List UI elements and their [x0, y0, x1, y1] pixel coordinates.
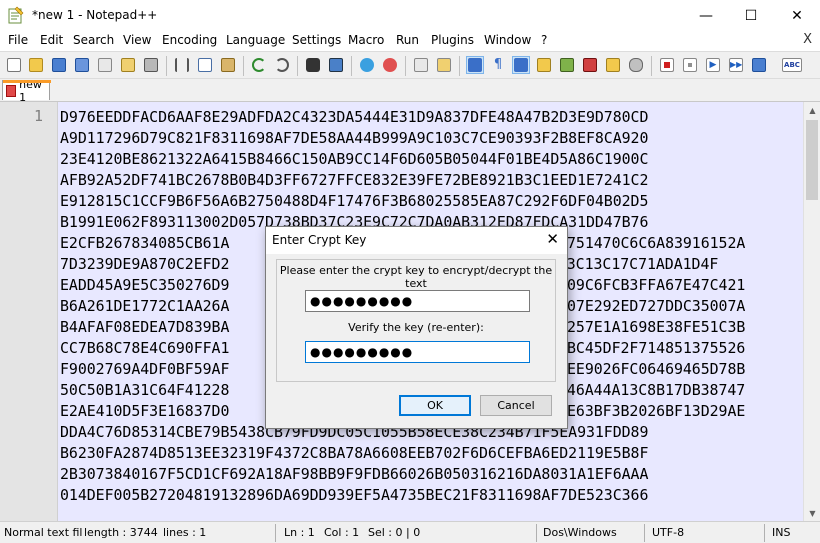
redo-icon[interactable]: [273, 56, 291, 74]
unsaved-file-icon: [6, 84, 17, 97]
doc-map-icon[interactable]: [558, 56, 576, 74]
menu-settings[interactable]: Settings: [292, 33, 341, 47]
status-lines: lines : 1: [163, 526, 207, 539]
menu-file[interactable]: File: [8, 33, 28, 47]
minimize-button[interactable]: —: [683, 0, 729, 31]
zoom-in-icon[interactable]: [358, 56, 376, 74]
scroll-down-icon[interactable]: ▼: [804, 505, 820, 522]
menu-plugins[interactable]: Plugins: [431, 33, 474, 47]
new-file-icon[interactable]: [5, 56, 23, 74]
scroll-up-icon[interactable]: ▲: [804, 102, 820, 119]
ok-button[interactable]: OK: [399, 395, 471, 416]
status-file-type: Normal text fil: [4, 526, 83, 539]
tab-bar: new 1: [0, 78, 820, 104]
maximize-button[interactable]: ☐: [728, 0, 774, 31]
vertical-scrollbar[interactable]: ▲ ▼: [803, 102, 820, 522]
status-sel: Sel : 0 | 0: [368, 526, 421, 539]
menu-view[interactable]: View: [123, 33, 151, 47]
crypt-key-dialog: Enter Crypt Key ✕ Please enter the crypt…: [265, 226, 568, 429]
line-number: 1: [33, 107, 43, 125]
indent-guide-icon[interactable]: [512, 56, 530, 74]
text-line: 2B3073840167F5CD1CF692A18AF98BB9F9FDB660…: [60, 465, 649, 483]
status-insert-mode: INS: [772, 526, 791, 539]
crypt-key-input[interactable]: [305, 290, 530, 312]
minimize-icon: —: [699, 7, 713, 24]
dialog-group-box: Please enter the crypt key to encrypt/de…: [276, 259, 556, 382]
maximize-icon: ☐: [744, 7, 758, 24]
text-line: AFB92A52DF741BC2678B0B4D3FF6727FFCE832E3…: [60, 171, 649, 189]
status-eol: Dos\Windows: [543, 526, 617, 539]
spell-check-icon[interactable]: ABC: [781, 56, 803, 74]
tab-new-1[interactable]: new 1: [2, 78, 51, 104]
save-all-icon[interactable]: [73, 56, 91, 74]
udl-icon[interactable]: [535, 56, 553, 74]
zoom-out-icon[interactable]: [381, 56, 399, 74]
cut-icon[interactable]: [173, 56, 191, 74]
save-macro-icon[interactable]: [750, 56, 768, 74]
sync-v-icon[interactable]: [412, 56, 430, 74]
notepad-plus-plus-icon: [8, 6, 24, 24]
text-line: B6230FA2874D8513EE32319F4372C8BA78A6608E…: [60, 444, 649, 462]
monitor-icon[interactable]: [627, 56, 645, 74]
line-number-gutter: 1: [0, 102, 58, 522]
cancel-button[interactable]: Cancel: [480, 395, 552, 416]
dialog-close-icon[interactable]: ✕: [546, 230, 559, 248]
find-icon[interactable]: [304, 56, 322, 74]
toolbar: ¶ ▶ ▶▶ ABC: [0, 51, 820, 79]
scrollbar-thumb[interactable]: [806, 120, 818, 200]
play-macro-icon[interactable]: ▶: [704, 56, 722, 74]
status-bar: Normal text fil length : 3744 lines : 1 …: [0, 521, 820, 543]
verify-key-input[interactable]: [305, 341, 530, 363]
text-line: 014DEF005B27204819132896DA69DD939EF5A473…: [60, 486, 649, 504]
copy-icon[interactable]: [196, 56, 214, 74]
menu-encoding[interactable]: Encoding: [162, 33, 217, 47]
undo-icon[interactable]: [250, 56, 268, 74]
text-line: 23E4120BE8621322A6415B8466C150AB9CC14F6D…: [60, 150, 649, 168]
close-icon: ✕: [791, 7, 803, 24]
open-file-icon[interactable]: [27, 56, 45, 74]
dialog-title-bar: Enter Crypt Key ✕: [266, 227, 567, 254]
all-chars-icon[interactable]: ¶: [489, 56, 507, 74]
print-icon[interactable]: [142, 56, 160, 74]
paste-icon[interactable]: [219, 56, 237, 74]
function-list-icon[interactable]: [581, 56, 599, 74]
menu-macro[interactable]: Macro: [348, 33, 384, 47]
status-ln: Ln : 1: [284, 526, 315, 539]
record-macro-icon[interactable]: [658, 56, 676, 74]
close-icon[interactable]: [96, 56, 114, 74]
close-window-button[interactable]: ✕: [774, 0, 820, 31]
status-length: length : 3744: [84, 526, 158, 539]
menu-run[interactable]: Run: [396, 33, 419, 47]
folder-workspace-icon[interactable]: [604, 56, 622, 74]
window-title: *new 1 - Notepad++: [32, 8, 158, 22]
save-icon[interactable]: [50, 56, 68, 74]
menu-window[interactable]: Window: [484, 33, 531, 47]
replace-icon[interactable]: [327, 56, 345, 74]
title-bar: *new 1 - Notepad++ — ☐ ✕: [0, 0, 820, 31]
close-document-button[interactable]: X: [803, 32, 812, 47]
stop-record-icon[interactable]: [681, 56, 699, 74]
sync-h-icon[interactable]: [435, 56, 453, 74]
status-col: Col : 1: [324, 526, 360, 539]
text-line: D976EEDDFACD6AAF8E29ADFDA2C4323DA5444E31…: [60, 108, 649, 126]
dialog-title: Enter Crypt Key: [272, 233, 367, 247]
menu-language[interactable]: Language: [226, 33, 285, 47]
text-line: E912815C1CCF9B6F56A6B2750488D4F17476F3B6…: [60, 192, 649, 210]
menu-search[interactable]: Search: [73, 33, 114, 47]
close-all-icon[interactable]: [119, 56, 137, 74]
menu-bar: File Edit Search View Encoding Language …: [0, 31, 820, 51]
text-line: A9D117296D79C821F8311698AF7DE58AA44B999A…: [60, 129, 649, 147]
menu-edit[interactable]: Edit: [40, 33, 63, 47]
menu-help[interactable]: ?: [541, 33, 547, 47]
dialog-prompt: Please enter the crypt key to encrypt/de…: [279, 264, 553, 290]
play-multi-icon[interactable]: ▶▶: [727, 56, 745, 74]
status-encoding: UTF-8: [652, 526, 685, 539]
verify-key-label: Verify the key (re-enter):: [348, 321, 484, 334]
word-wrap-icon[interactable]: [466, 56, 484, 74]
